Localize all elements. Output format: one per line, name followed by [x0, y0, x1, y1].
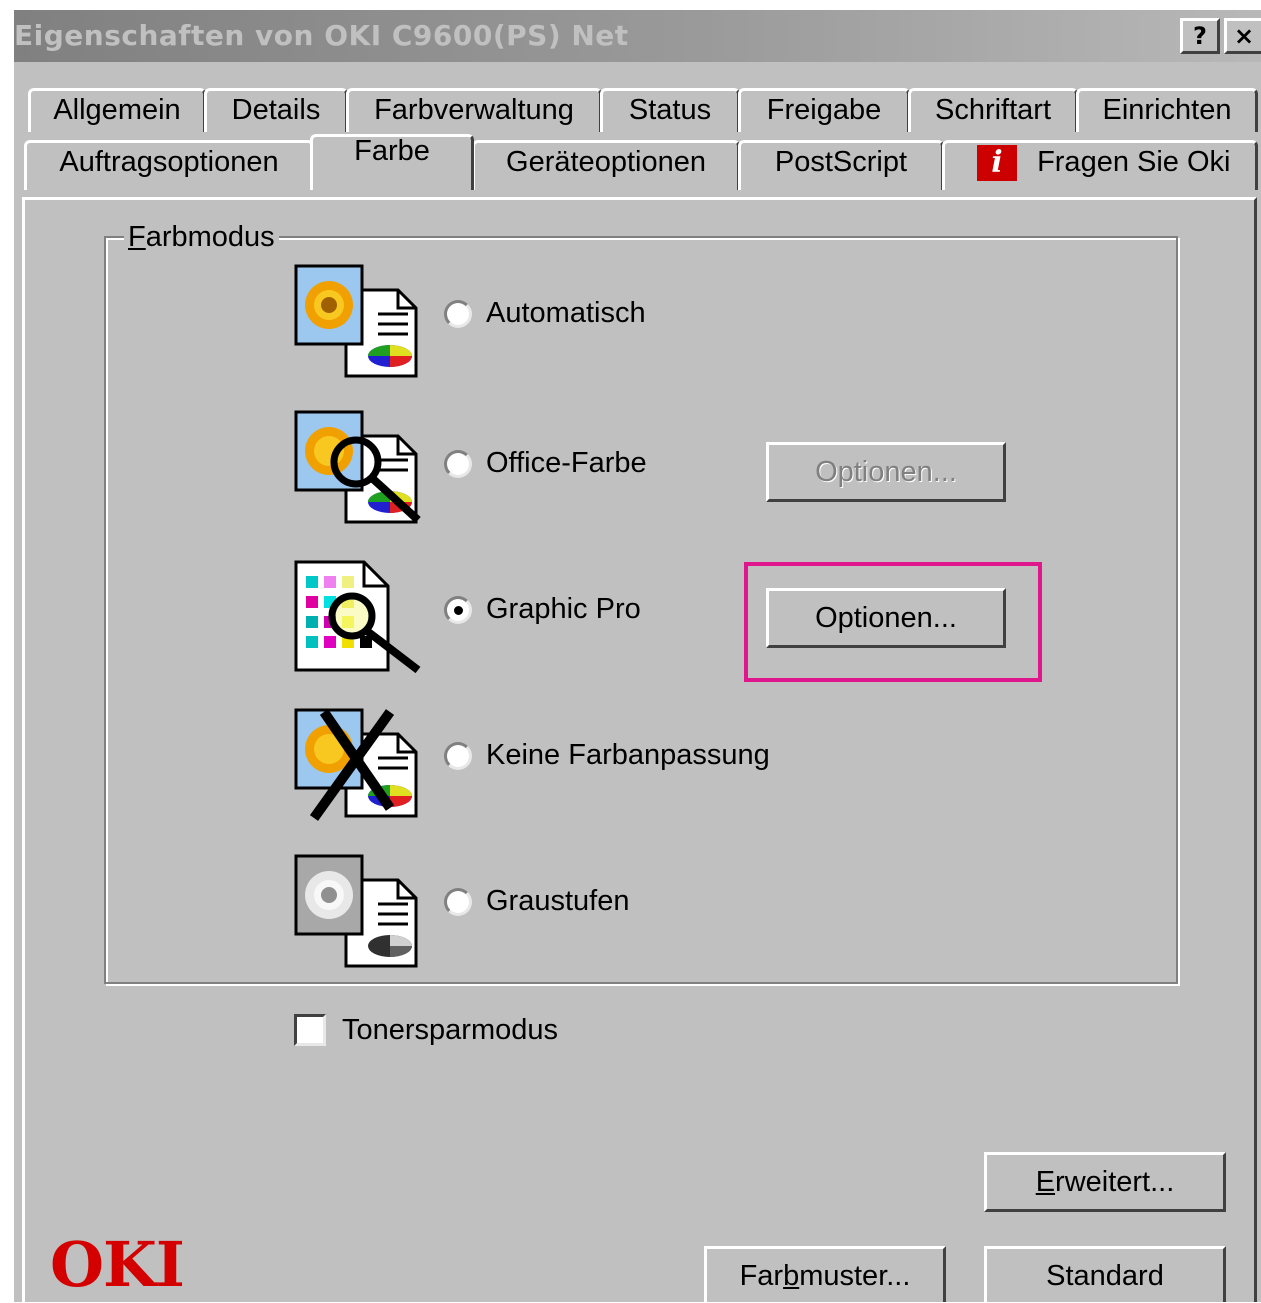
standard-button[interactable]: Standard [984, 1246, 1226, 1302]
tab-details[interactable]: Details [204, 88, 348, 132]
radio-graphic-pro-dot [454, 606, 463, 615]
label-automatisch[interactable]: Automatisch [486, 296, 646, 330]
tab-freigabe[interactable]: Freigabe [738, 88, 910, 132]
tab-farbe[interactable]: Farbe [310, 134, 474, 190]
radio-office-farbe[interactable] [444, 450, 472, 478]
tab-einrichten[interactable]: Einrichten [1076, 88, 1258, 132]
tab-farbverwaltung[interactable]: Farbverwaltung [346, 88, 602, 132]
graphic-pro-options-button[interactable]: Optionen... [766, 588, 1006, 648]
tab-fragen-sie-oki-label: Fragen Sie Oki [1037, 146, 1231, 178]
title-bar[interactable]: Eigenschaften von OKI C9600(PS) Net ? × [14, 10, 1261, 62]
farbmodus-group-label: Farbmodus [124, 222, 279, 252]
document-crossed-icon [294, 708, 418, 821]
tonersparmodus-label[interactable]: Tonersparmodus [342, 1013, 558, 1047]
document-magnifier-icon [294, 410, 421, 524]
farbmodus-group [104, 236, 1178, 984]
properties-dialog: Eigenschaften von OKI C9600(PS) Net ? × … [14, 10, 1261, 1302]
radio-graphic-pro[interactable] [444, 596, 472, 624]
document-color-icon [294, 264, 418, 378]
farbmuster-button[interactable]: Farbmuster... [704, 1246, 946, 1302]
label-graphic-pro[interactable]: Graphic Pro [486, 592, 641, 626]
window-title: Eigenschaften von OKI C9600(PS) Net [14, 19, 629, 52]
label-keine-farbanpassung[interactable]: Keine Farbanpassung [486, 738, 770, 772]
cmyk-magnifier-icon [294, 560, 421, 674]
tab-geraeteoptionen[interactable]: Geräteoptionen [472, 140, 740, 190]
tab-allgemein[interactable]: Allgemein [28, 88, 206, 132]
radio-graustufen[interactable] [444, 888, 472, 916]
office-farbe-options-button[interactable]: Optionen... [766, 442, 1006, 502]
tab-fragen-sie-oki[interactable]: i Fragen Sie Oki [942, 140, 1258, 190]
tonersparmodus-checkbox[interactable] [294, 1014, 326, 1046]
help-button[interactable]: ? [1180, 18, 1220, 54]
radio-keine-farbanpassung[interactable] [444, 742, 472, 770]
tab-status[interactable]: Status [600, 88, 740, 132]
close-button[interactable]: × [1224, 18, 1261, 54]
info-icon: i [977, 145, 1017, 182]
tab-postscript[interactable]: PostScript [738, 140, 944, 190]
oki-logo: OKI [50, 1228, 185, 1301]
radio-automatisch[interactable] [444, 300, 472, 328]
tab-auftragsoptionen[interactable]: Auftragsoptionen [24, 140, 314, 190]
erweitert-button[interactable]: Erweitert... [984, 1152, 1226, 1212]
label-office-farbe[interactable]: Office-Farbe [486, 446, 647, 480]
label-graustufen[interactable]: Graustufen [486, 884, 629, 918]
tab-schriftart[interactable]: Schriftart [908, 88, 1078, 132]
document-grayscale-icon [294, 854, 418, 968]
